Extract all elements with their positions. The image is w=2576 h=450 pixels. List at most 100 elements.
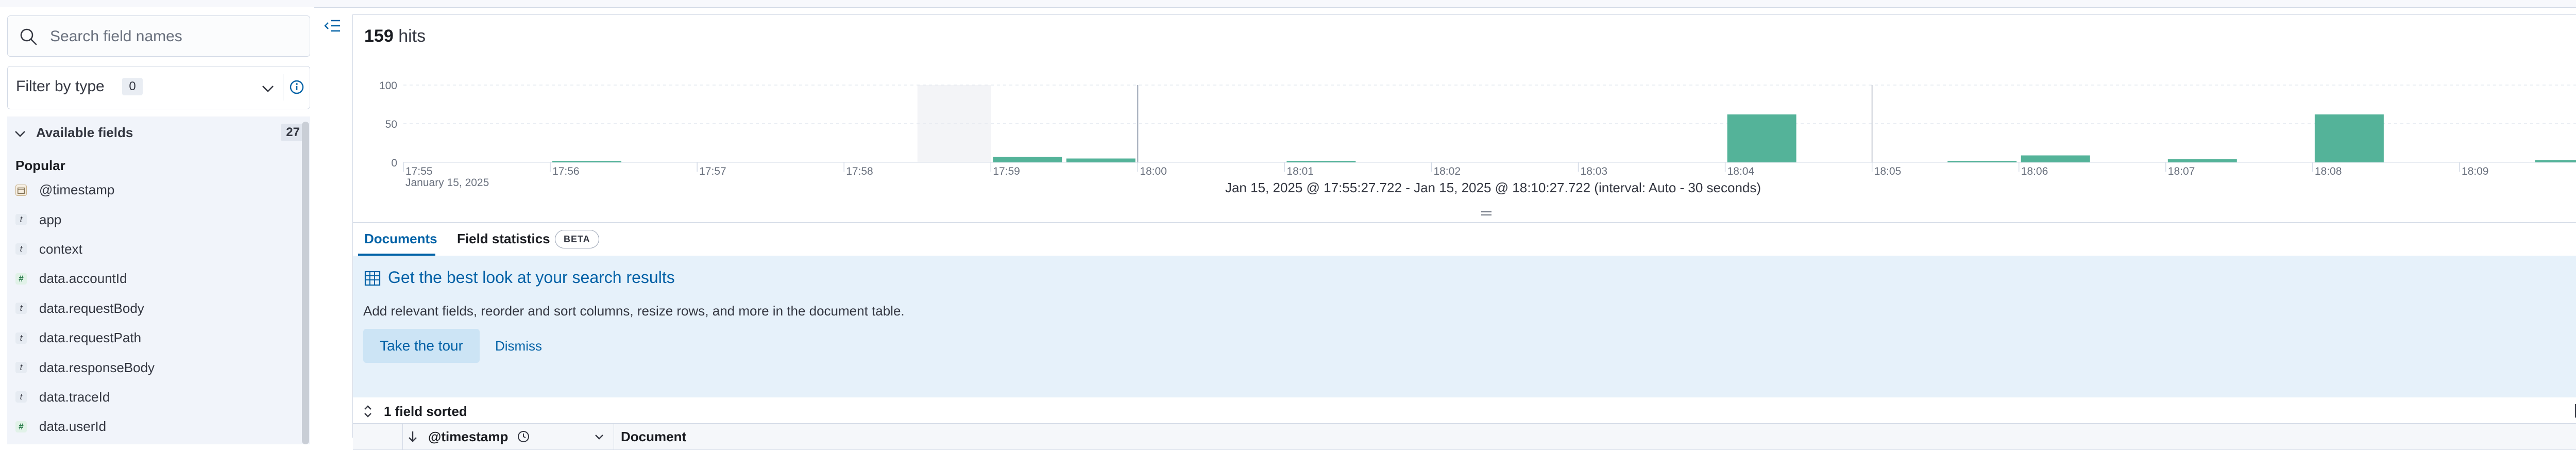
field-name: @timestamp (39, 182, 115, 198)
filter-count-badge: 0 (122, 78, 143, 95)
grid-control-column (353, 424, 403, 449)
x-tick-label: 18:05 (1874, 165, 1902, 177)
callout-description: Add relevant fields, reorder and sort co… (363, 303, 905, 319)
histogram-bar (2167, 159, 2237, 162)
hits-number: 159 (364, 26, 394, 46)
histogram-bar (2535, 160, 2576, 162)
chevron-down-icon[interactable] (259, 80, 277, 97)
info-icon (290, 80, 304, 94)
collapse-sidebar-icon[interactable] (323, 15, 343, 36)
search-input[interactable] (49, 23, 298, 50)
dismiss-button[interactable]: Dismiss (495, 338, 542, 354)
field-item[interactable]: @timestamp (15, 175, 299, 205)
filter-by-type[interactable]: Filter by type 0 (7, 66, 310, 109)
sort-icon[interactable] (362, 405, 374, 418)
text-field-icon: t (15, 214, 27, 226)
available-fields-count: 27 (281, 124, 305, 141)
x-tick-label: 17:59 (993, 165, 1020, 177)
info-button[interactable] (283, 74, 310, 101)
date-field-icon (15, 184, 27, 196)
x-tick-label: 18:09 (2462, 165, 2489, 177)
field-item[interactable]: t data.requestPath (15, 323, 299, 353)
time-range-label: Jan 15, 2025 @ 17:55:27.722 - Jan 15, 20… (1225, 180, 1761, 195)
x-tick-label: 18:00 (1140, 165, 1167, 177)
field-name: context (39, 241, 82, 257)
histogram-bar (993, 157, 1062, 162)
field-name: app (39, 211, 62, 227)
sort-label[interactable]: 1 field sorted (384, 404, 467, 420)
y-tick-label: 50 (385, 119, 397, 130)
available-fields-toggle[interactable]: Available fields 27 (7, 116, 310, 149)
field-item[interactable]: t app (15, 205, 299, 234)
field-name: data.requestBody (39, 300, 144, 316)
tab-field-statistics[interactable]: Field statistics (457, 231, 550, 247)
hits-label: hits (398, 26, 426, 46)
number-field-icon: # (15, 273, 27, 285)
field-item[interactable]: t data.responseBody (15, 353, 299, 382)
text-field-icon: t (15, 332, 27, 344)
main-panel: 159 hits 100 50 0 17:55 17:56 17:57 17:58 17:59… (352, 14, 2576, 450)
x-tick-label: 17:58 (846, 165, 873, 177)
x-tick-label: 18:07 (2168, 165, 2195, 177)
beta-badge: BETA (555, 230, 599, 248)
search-icon (20, 28, 37, 45)
field-list-sidebar: Filter by type 0 Available fields 27 Pop… (0, 7, 314, 444)
text-field-icon: t (15, 303, 27, 314)
chart-grid (403, 85, 2576, 172)
field-name: data.responseBody (39, 359, 155, 375)
tab-documents[interactable]: Documents (364, 231, 437, 247)
field-item[interactable]: t context (15, 235, 299, 264)
sort-descending-icon[interactable] (406, 430, 419, 443)
chart-bars (552, 114, 2576, 162)
top-bar (0, 0, 2576, 8)
field-name: data.userId (39, 419, 107, 435)
view-tabs: Documents Field statistics BETA (353, 222, 2576, 256)
filter-label: Filter by type (16, 78, 105, 95)
table-icon (364, 271, 381, 286)
x-tick-label: 18:02 (1433, 165, 1461, 177)
text-field-icon: t (15, 391, 27, 403)
chevron-down-icon[interactable] (593, 431, 605, 443)
chevron-down-icon (15, 131, 25, 137)
text-field-icon: t (15, 362, 27, 374)
available-fields-label: Available fields (36, 125, 133, 140)
sidebar-scrollbar[interactable] (302, 122, 309, 444)
x-tick-label: 17:56 (552, 165, 580, 177)
histogram-bar (2314, 114, 2384, 162)
popular-heading: Popular (15, 158, 65, 173)
clock-icon (518, 431, 529, 442)
search-field-names[interactable] (7, 15, 310, 57)
x-tick-label: 17:55 (405, 165, 433, 177)
y-tick-label: 0 (391, 157, 397, 169)
chart-axis-labels: 100 50 0 17:55 17:56 17:57 17:58 17:59 18:00 18:0… (379, 80, 2489, 189)
x-tick-label: 18:03 (1581, 165, 1608, 177)
take-tour-button[interactable]: Take the tour (363, 329, 480, 363)
column-header-timestamp[interactable]: @timestamp (402, 424, 614, 449)
y-tick-label: 100 (379, 80, 397, 92)
number-field-icon: # (15, 421, 27, 432)
sort-toolbar: 1 field sorted (353, 397, 2576, 423)
hits-count: 159 hits (364, 26, 426, 46)
resize-handle-icon[interactable] (1481, 210, 1492, 217)
field-item[interactable]: t data.requestBody (15, 294, 299, 323)
available-fields-section: Available fields 27 Popular @timestamp t… (7, 116, 310, 444)
field-item[interactable]: # data.accountId (15, 264, 299, 293)
x-tick-label: 18:06 (2021, 165, 2048, 177)
histogram-bar (2021, 155, 2090, 162)
histogram-bar (552, 161, 622, 162)
field-list: @timestamp t app t context # data.accoun… (15, 175, 299, 442)
field-name: data.requestPath (39, 330, 142, 346)
x-tick-label: 18:08 (2315, 165, 2342, 177)
field-name: data.accountId (39, 271, 127, 287)
tour-callout: Get the best look at your search results… (353, 256, 2576, 397)
x-tick-label: 17:57 (699, 165, 726, 177)
x-tick-label: 18:01 (1286, 165, 1314, 177)
callout-title: Get the best look at your search results (388, 268, 675, 287)
field-name: data.traceId (39, 389, 110, 405)
x-tick-label: 18:04 (1727, 165, 1755, 177)
field-item[interactable]: t data.traceId (15, 382, 299, 412)
text-field-icon: t (15, 243, 27, 255)
histogram-bar (1066, 158, 1136, 162)
histogram-bar (1286, 161, 1356, 162)
column-display-icon[interactable] (2573, 402, 2576, 420)
